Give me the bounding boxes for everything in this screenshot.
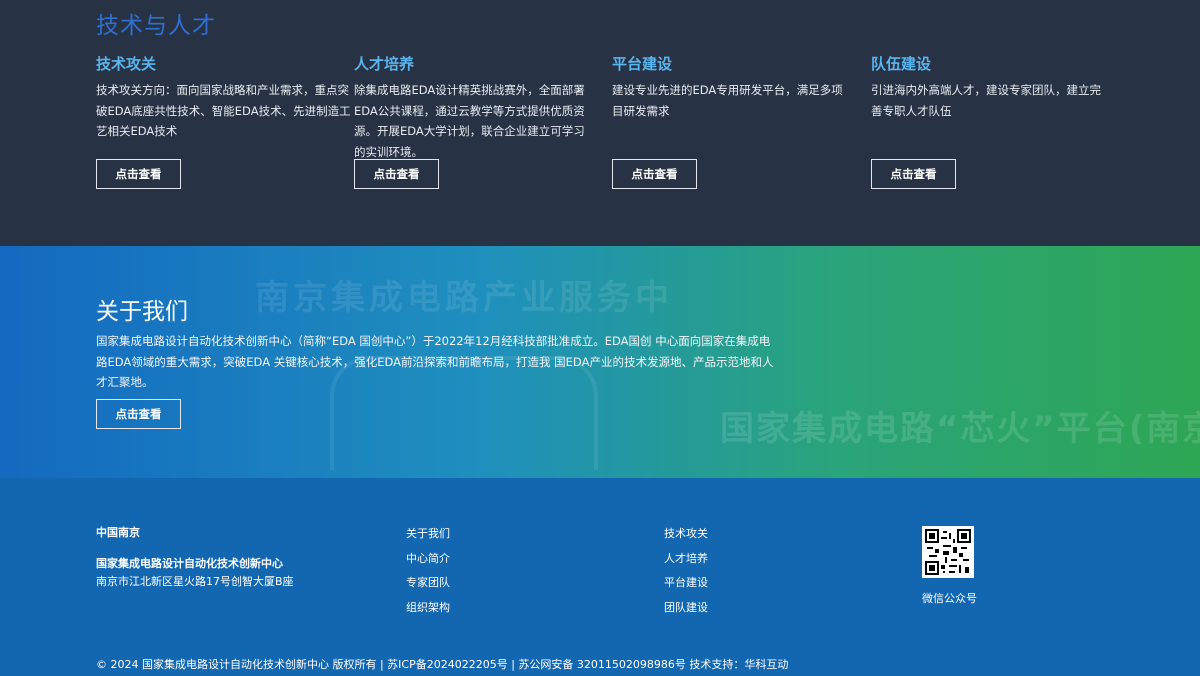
footer-link-tech-research[interactable]: 技术攻关 (664, 527, 708, 552)
card-team-building: 队伍建设 引进海内外高端人才，建设专家团队，建立完善专职人才队伍 点击查看 (871, 54, 1111, 189)
view-button[interactable]: 点击查看 (354, 159, 439, 189)
footer: 中国南京 国家集成电路设计自动化技术创新中心 南京市江北新区星火路17号创智大厦… (0, 478, 1200, 676)
background-banner-text: 国家集成电路“芯火”平台(南京 (720, 409, 1200, 449)
footer-org-name: 国家集成电路设计自动化技术创新中心 (96, 557, 283, 570)
footer-link-org[interactable]: 组织架构 (406, 601, 450, 626)
footer-address: 南京市江北新区星火路17号创智大厦B座 (96, 575, 294, 588)
card-text: 建设专业先进的EDA专用研发平台，满足多项目研发需求 (612, 83, 843, 118)
card-title: 人才培养 (354, 55, 415, 73)
card-text: 除集成电路EDA设计精英挑战赛外，全面部署EDA公共课程，通过云教学等方式提供优… (354, 83, 585, 159)
card-title: 技术攻关 (96, 55, 157, 73)
footer-link-team[interactable]: 团队建设 (664, 601, 708, 626)
qr-code-icon (922, 526, 974, 578)
footer-link-talent[interactable]: 人才培养 (664, 552, 708, 577)
card-talent-training: 人才培养 除集成电路EDA设计精英挑战赛外，全面部署EDA公共课程，通过云教学等… (354, 54, 594, 189)
card-title: 平台建设 (612, 55, 673, 73)
card-title: 队伍建设 (871, 55, 932, 73)
card-text: 引进海内外高端人才，建设专家团队，建立完善专职人才队伍 (871, 83, 1101, 118)
footer-link-platform[interactable]: 平台建设 (664, 576, 708, 601)
about-section: 南京集成电路产业服务中 国家集成电路“芯火”平台(南京 关于我们 国家集成电路设… (0, 246, 1200, 478)
footer-link-experts[interactable]: 专家团队 (406, 576, 450, 601)
about-view-button[interactable]: 点击查看 (96, 399, 181, 429)
section-title: 技术与人才 (96, 13, 216, 39)
footer-location: 中国南京 (96, 526, 140, 539)
footer-link-intro[interactable]: 中心简介 (406, 552, 450, 577)
background-banner-text: 南京集成电路产业服务中 (255, 278, 673, 318)
qr-code-label: 微信公众号 (922, 592, 977, 605)
about-title: 关于我们 (96, 299, 188, 325)
card-tech-research: 技术攻关 技术攻关方向：面向国家战略和产业需求，重点突破EDA底座共性技术、智能… (96, 54, 354, 189)
footer-link-about-us[interactable]: 关于我们 (406, 527, 450, 552)
view-button[interactable]: 点击查看 (612, 159, 697, 189)
about-description: 国家集成电路设计自动化技术创新中心（简称“EDA 国创中心”）于2022年12月… (96, 334, 774, 389)
footer-links-about: 关于我们 中心简介 专家团队 组织架构 (406, 527, 450, 625)
copyright-text: © 2024 国家集成电路设计自动化技术创新中心 版权所有 | 苏ICP备202… (96, 658, 789, 671)
card-text: 技术攻关方向：面向国家战略和产业需求，重点突破EDA底座共性技术、智能EDA技术… (96, 83, 351, 138)
footer-links-tech: 技术攻关 人才培养 平台建设 团队建设 (664, 527, 708, 625)
card-platform-building: 平台建设 建设专业先进的EDA专用研发平台，满足多项目研发需求 点击查看 (612, 54, 852, 189)
view-button[interactable]: 点击查看 (871, 159, 956, 189)
view-button[interactable]: 点击查看 (96, 159, 181, 189)
tech-talent-section: 技术与人才 技术攻关 技术攻关方向：面向国家战略和产业需求，重点突破EDA底座共… (0, 0, 1200, 246)
